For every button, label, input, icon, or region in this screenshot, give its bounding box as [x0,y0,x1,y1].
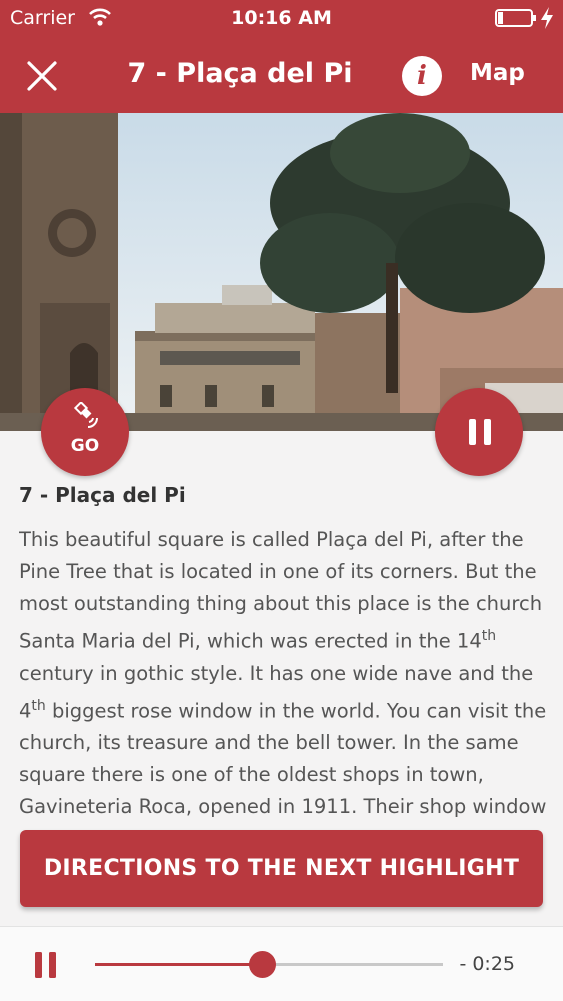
battery-icon [495,9,536,27]
directions-container: DIRECTIONS TO THE NEXT HIGHLIGHT [0,818,563,926]
top-bar: Carrier 10:16 AM 7 - Plaça del Pi i Map [0,0,563,113]
go-label: GO [70,436,100,456]
map-button[interactable]: Map [470,60,525,86]
ordinal-suffix: th [481,628,497,644]
status-bar: Carrier 10:16 AM [0,0,563,38]
pause-icon [469,419,491,445]
progress-fill [95,963,263,966]
description-part-1: This beautiful square is called Plaça de… [19,528,543,653]
go-button[interactable]: GO [41,388,129,476]
navigation-bar: 7 - Plaça del Pi i Map [0,38,563,113]
info-icon[interactable]: i [402,56,442,96]
ordinal-suffix: th [31,697,46,714]
page-title: 7 - Plaça del Pi [127,58,353,89]
progress-track[interactable] [95,951,443,978]
highlight-photo [0,113,563,431]
description-part-3: biggest rose window in the world. You ca… [19,699,547,818]
directions-button[interactable]: DIRECTIONS TO THE NEXT HIGHLIGHT [20,830,543,907]
highlight-description: This beautiful square is called Plaça de… [19,524,559,820]
charging-icon [541,7,553,29]
close-icon[interactable] [22,56,62,96]
satellite-icon [73,402,98,428]
time-remaining: - 0:25 [459,953,515,975]
audio-player: - 0:25 [0,926,563,1001]
audio-pause-button[interactable] [435,388,523,476]
status-time: 10:16 AM [231,7,332,29]
progress-thumb[interactable] [249,951,277,978]
highlight-heading: 7 - Plaça del Pi [19,483,186,507]
player-pause-icon[interactable] [33,951,59,979]
